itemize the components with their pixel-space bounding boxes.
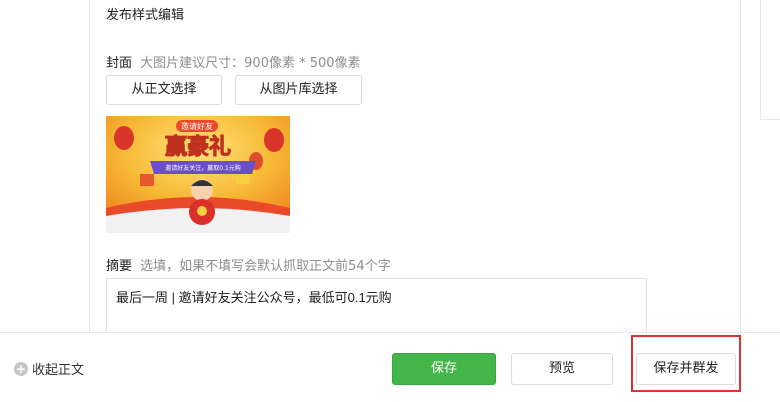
character-coin (197, 206, 207, 216)
cover-image[interactable]: 邀请好友 赢豪礼 邀请好友关注，赢取0.1元购 (106, 116, 290, 233)
choose-from-article-button[interactable]: 从正文选择 (106, 75, 222, 105)
preview-button[interactable]: 预览 (511, 353, 613, 385)
lantern-right (264, 128, 284, 152)
cover-size-hint: 大图片建议尺寸：900像素 * 500像素 (140, 56, 361, 71)
summary-label: 摘要 (106, 259, 133, 274)
editor-right-border (740, 0, 741, 332)
summary-textarea[interactable]: 最后一周 | 邀请好友关注公众号，最低可0.1元购 (106, 278, 647, 338)
cover-label-row: 封面 大图片建议尺寸：900像素 * 500像素 (106, 52, 361, 71)
collapse-body-toggle[interactable]: + 收起正文 (14, 359, 84, 378)
summary-hint: 选填，如果不填写会默认抓取正文前54个字 (140, 259, 391, 274)
cover-headline: 赢豪礼 (165, 134, 231, 160)
headline-tag: 邀请好友 (181, 121, 213, 131)
save-button[interactable]: 保存 (392, 353, 496, 385)
plus-circle-icon: + (14, 361, 28, 376)
choose-from-library-button[interactable]: 从图片库选择 (235, 75, 362, 105)
save-and-publish-button[interactable]: 保存并群发 (636, 353, 736, 385)
section-title: 发布样式编辑 (106, 8, 185, 23)
summary-label-row: 摘要 选填，如果不填写会默认抓取正文前54个字 (106, 255, 391, 274)
ribbon-text: 邀请好友关注，赢取0.1元购 (165, 164, 241, 172)
gift-box-left (140, 174, 154, 186)
collapse-body-label: 收起正文 (32, 363, 85, 378)
cover-label: 封面 (106, 56, 133, 71)
right-side-panel (760, 0, 780, 120)
editor-left-border (89, 0, 90, 332)
lantern-left (114, 126, 134, 150)
